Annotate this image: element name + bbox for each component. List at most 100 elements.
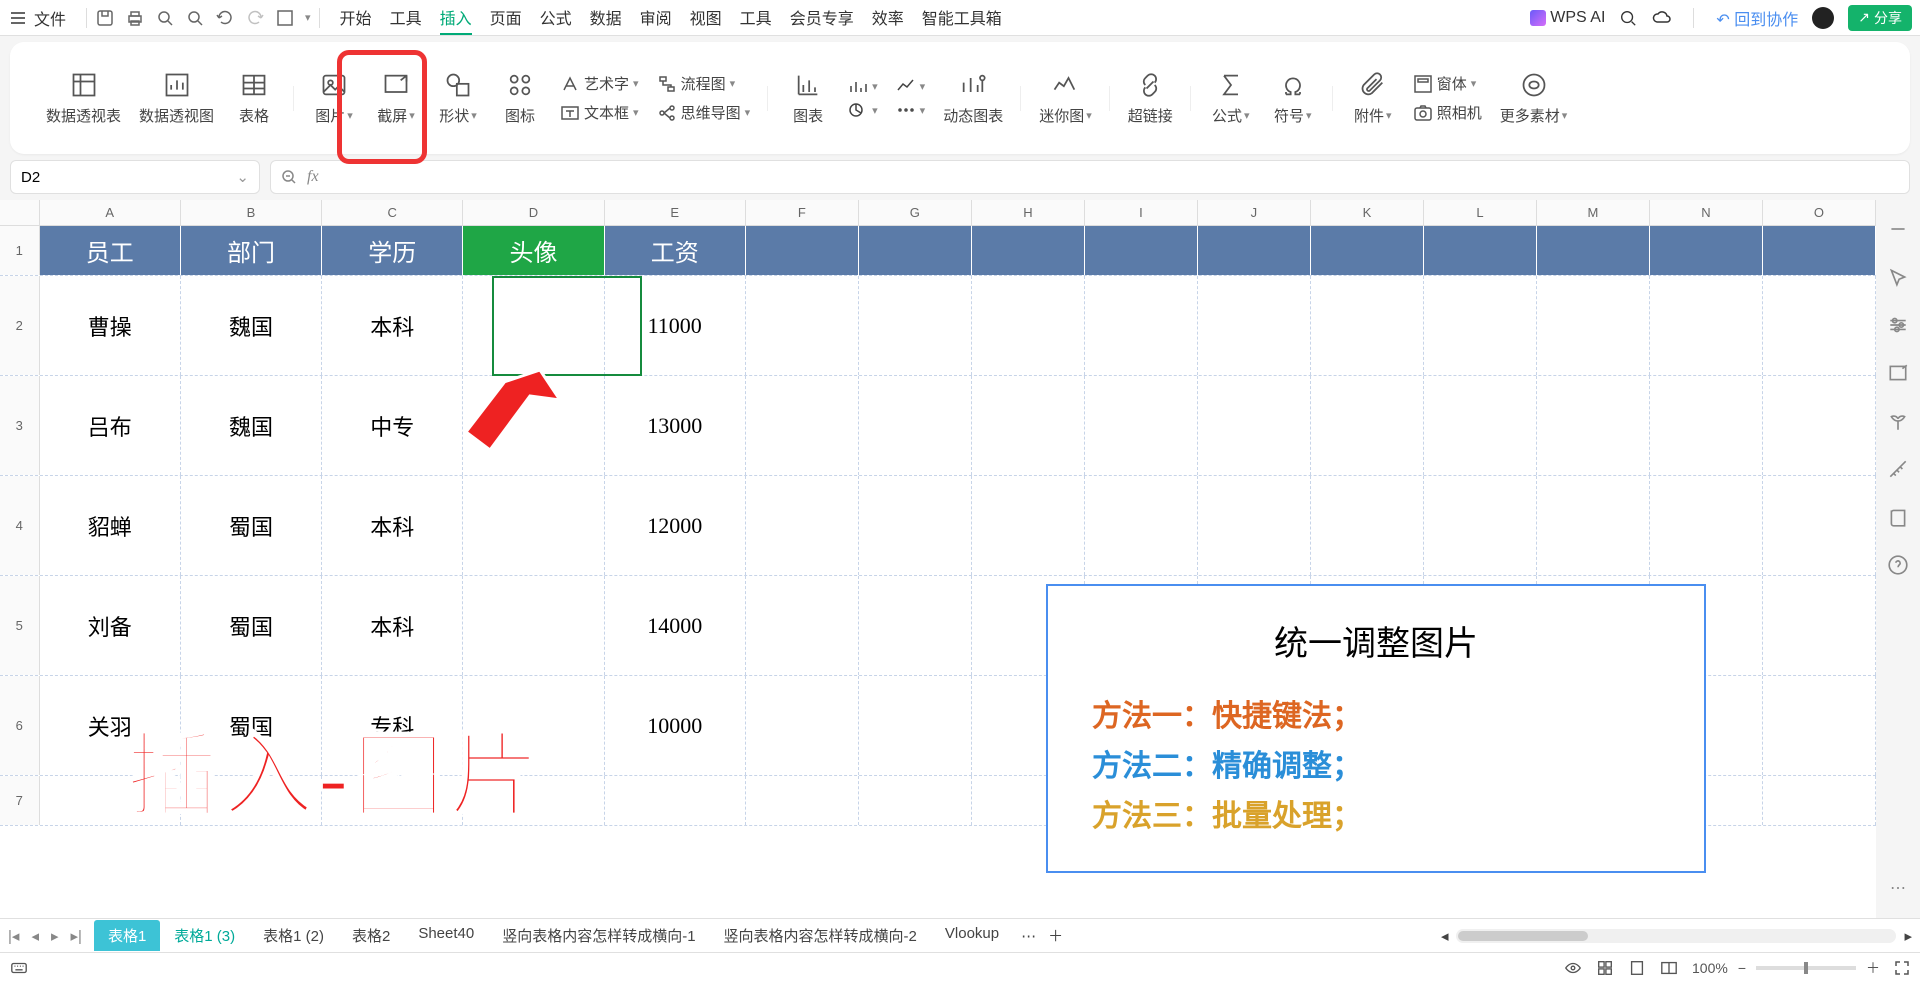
- undo-icon[interactable]: [215, 8, 235, 28]
- cell[interactable]: [1763, 226, 1876, 275]
- cell[interactable]: 魏国: [181, 376, 322, 475]
- cell[interactable]: [859, 276, 972, 375]
- cell[interactable]: 刘备: [40, 576, 181, 675]
- cell[interactable]: [1763, 776, 1876, 825]
- chevron-down-icon[interactable]: ⌄: [236, 168, 249, 186]
- row-header[interactable]: 7: [0, 776, 40, 825]
- table-button[interactable]: 表格: [232, 71, 276, 126]
- cell[interactable]: 吕布: [40, 376, 181, 475]
- sheet-tab[interactable]: Sheet40: [404, 920, 488, 951]
- settings-icon[interactable]: [1887, 314, 1909, 336]
- hamburger-icon[interactable]: [8, 8, 28, 28]
- tab-开始[interactable]: 开始: [340, 1, 372, 35]
- fx-icon[interactable]: fx: [307, 168, 319, 186]
- sheet-tab[interactable]: 表格1: [94, 920, 160, 951]
- row-header[interactable]: 1: [0, 226, 40, 275]
- cell[interactable]: [746, 276, 859, 375]
- next-sheet-icon[interactable]: ▸: [51, 927, 59, 945]
- cell[interactable]: 本科: [322, 576, 463, 675]
- search-icon[interactable]: [1619, 9, 1637, 27]
- print-icon[interactable]: [125, 8, 145, 28]
- mindmap-button[interactable]: 思维导图▾: [657, 102, 751, 123]
- cell[interactable]: 蜀国: [181, 576, 322, 675]
- zoom-in-button[interactable]: ＋: [1866, 958, 1880, 978]
- select-icon[interactable]: [1887, 266, 1909, 288]
- book-icon[interactable]: [1887, 506, 1909, 528]
- cell[interactable]: 学历: [322, 226, 463, 275]
- cell[interactable]: [1311, 226, 1424, 275]
- cell[interactable]: [1198, 476, 1311, 575]
- column-header[interactable]: B: [181, 200, 322, 225]
- cell[interactable]: [1650, 226, 1763, 275]
- pivot-chart-button[interactable]: 数据透视图: [139, 71, 214, 126]
- keyboard-icon[interactable]: [10, 959, 28, 977]
- column-header[interactable]: G: [859, 200, 972, 225]
- form-button[interactable]: 窗体▾: [1413, 73, 1482, 94]
- horizontal-scrollbar[interactable]: [1456, 929, 1896, 943]
- column-header[interactable]: F: [746, 200, 859, 225]
- cell[interactable]: [1311, 376, 1424, 475]
- tab-会员专享[interactable]: 会员专享: [790, 1, 854, 35]
- help-icon[interactable]: [1887, 554, 1909, 576]
- cell[interactable]: [859, 226, 972, 275]
- cell[interactable]: [1763, 576, 1876, 675]
- column-header[interactable]: J: [1198, 200, 1311, 225]
- shape-button[interactable]: 形状▾: [436, 71, 480, 126]
- column-header[interactable]: D: [463, 200, 604, 225]
- flowchart-button[interactable]: 流程图▾: [657, 73, 751, 94]
- back-to-collab-button[interactable]: ↶ 回到协作: [1716, 6, 1798, 30]
- cell[interactable]: [1537, 276, 1650, 375]
- wordart-button[interactable]: 艺术字▾: [560, 73, 639, 94]
- cell[interactable]: 13000: [605, 376, 746, 475]
- cell[interactable]: [1650, 276, 1763, 375]
- chart-bar-icon[interactable]: ▾: [848, 78, 878, 94]
- cloud-icon[interactable]: [1651, 8, 1671, 28]
- cell[interactable]: 12000: [605, 476, 746, 575]
- cell[interactable]: 魏国: [181, 276, 322, 375]
- column-header[interactable]: I: [1085, 200, 1198, 225]
- cell[interactable]: [1198, 376, 1311, 475]
- cell[interactable]: [1198, 276, 1311, 375]
- preview-icon[interactable]: [155, 8, 175, 28]
- cell[interactable]: [1763, 676, 1876, 775]
- plant-icon[interactable]: [1887, 410, 1909, 432]
- cell[interactable]: [1424, 476, 1537, 575]
- last-sheet-icon[interactable]: ▸|: [71, 927, 82, 945]
- cell[interactable]: [859, 376, 972, 475]
- row-header[interactable]: 2: [0, 276, 40, 375]
- prev-sheet-icon[interactable]: ◂: [31, 927, 39, 945]
- cell[interactable]: [859, 476, 972, 575]
- chart-line-icon[interactable]: ▾: [896, 78, 926, 94]
- cell[interactable]: [605, 776, 746, 825]
- ruler-icon[interactable]: [1887, 458, 1909, 480]
- symbol-button[interactable]: 符号▾: [1271, 71, 1315, 126]
- column-header[interactable]: E: [605, 200, 746, 225]
- cell[interactable]: [746, 476, 859, 575]
- formula-button[interactable]: 公式▾: [1209, 71, 1253, 126]
- dynamic-chart-button[interactable]: 动态图表: [943, 71, 1003, 126]
- cell[interactable]: [746, 226, 859, 275]
- scroll-left-icon[interactable]: ◂: [1441, 927, 1449, 945]
- picture-button[interactable]: 图片▾: [312, 71, 356, 126]
- screenshot-button[interactable]: 截屏▾: [374, 71, 418, 126]
- cell[interactable]: [1424, 376, 1537, 475]
- share-button[interactable]: ↗ 分享: [1848, 5, 1912, 31]
- column-header[interactable]: K: [1311, 200, 1424, 225]
- fullscreen-icon[interactable]: [1894, 960, 1910, 976]
- cell[interactable]: [1311, 476, 1424, 575]
- sheet-tab[interactable]: Vlookup: [931, 920, 1013, 951]
- formula-bar[interactable]: fx: [270, 160, 1910, 194]
- row-header[interactable]: 3: [0, 376, 40, 475]
- cell[interactable]: 10000: [605, 676, 746, 775]
- sheet-tab[interactable]: 表格1 (2): [249, 920, 338, 951]
- select-all-corner[interactable]: [0, 200, 40, 225]
- column-header[interactable]: A: [40, 200, 181, 225]
- column-header[interactable]: H: [972, 200, 1085, 225]
- grid-view-icon[interactable]: [1596, 959, 1614, 977]
- cell[interactable]: [1085, 276, 1198, 375]
- cell[interactable]: [859, 676, 972, 775]
- tab-公式[interactable]: 公式: [540, 1, 572, 35]
- row-header[interactable]: 6: [0, 676, 40, 775]
- column-header[interactable]: C: [322, 200, 463, 225]
- view-icon[interactable]: [1564, 959, 1582, 977]
